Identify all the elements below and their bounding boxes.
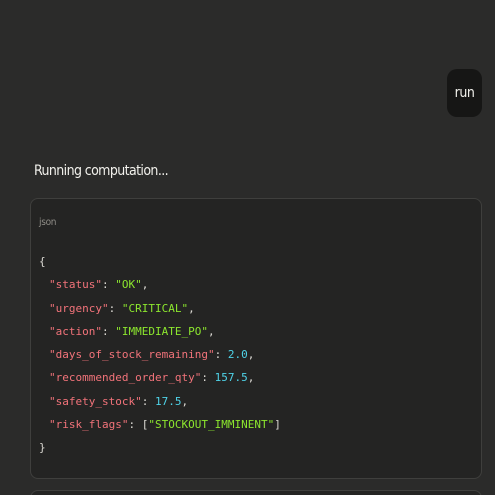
json-key: "safety_stock" bbox=[49, 394, 142, 408]
json-value: "STOCKOUT_IMMINENT" bbox=[148, 418, 275, 432]
json-open-brace: { bbox=[39, 255, 46, 268]
json-key: "action" bbox=[49, 324, 102, 338]
json-key: "days_of_stock_remaining" bbox=[49, 348, 215, 362]
code-content: {"status": "OK", "urgency": "CRITICAL", "a… bbox=[39, 255, 281, 455]
json-key: "risk_flags" bbox=[49, 418, 129, 432]
user-message-bubble: run bbox=[447, 69, 482, 117]
next-code-block bbox=[30, 490, 482, 495]
json-value: 17.5 bbox=[154, 394, 182, 408]
json-key: "urgency" bbox=[49, 301, 109, 315]
json-close-brace: } bbox=[39, 441, 46, 455]
json-value: "IMMEDIATE_PO" bbox=[115, 324, 208, 338]
code-language-label: json bbox=[39, 217, 57, 228]
json-value: 2.0 bbox=[227, 348, 248, 362]
json-key: "status" bbox=[49, 278, 102, 292]
code-block[interactable]: json {"status": "OK", "urgency": "CRITICA… bbox=[30, 198, 482, 479]
json-key: "recommended_order_qty" bbox=[49, 371, 202, 385]
json-value: "CRITICAL" bbox=[121, 301, 189, 315]
assistant-status-text: Running computation... bbox=[34, 163, 169, 179]
json-value: "OK" bbox=[115, 278, 142, 292]
json-value: 157.5 bbox=[214, 371, 248, 385]
user-message-text: run bbox=[454, 85, 475, 101]
